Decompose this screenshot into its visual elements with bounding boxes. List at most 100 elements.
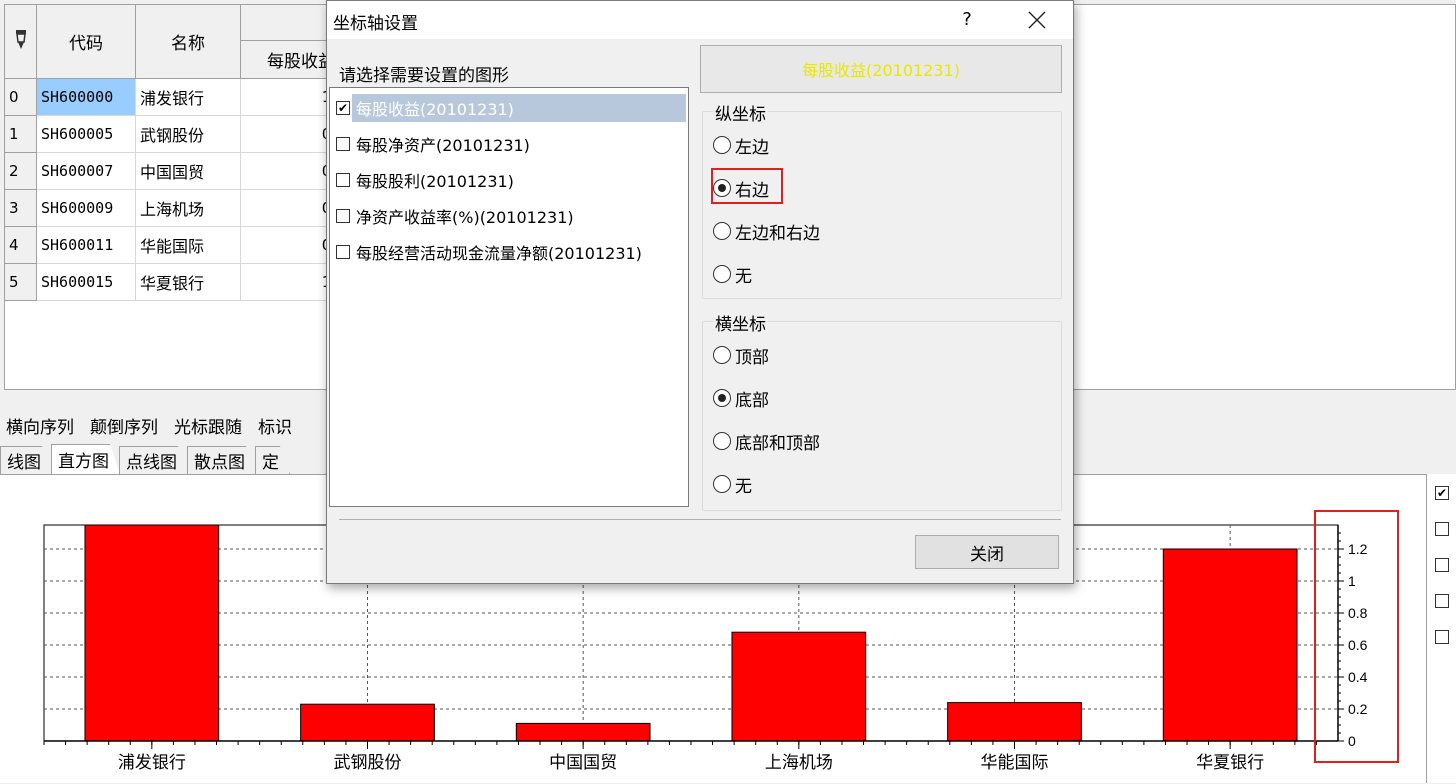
series-checkbox[interactable] [336,245,350,259]
series-label: 净资产收益率(%)(20101231) [356,208,574,227]
row-number[interactable]: 5 [5,264,37,301]
column-header-code[interactable]: 代码 [37,5,136,79]
series-list-item[interactable]: 每股经营活动现金流量净额(20101231) [336,238,646,266]
series-label: 每股股利(20101231) [356,172,514,191]
series-label: 每股净资产(20101231) [356,136,530,155]
series-listbox[interactable]: ✔ 每股收益(20101231) 每股净资产(20101231) 每股股利(20101… [329,87,689,507]
menu-item[interactable]: 光标跟随 [174,413,242,438]
bar-1 [300,703,435,742]
series-toggle-checkbox[interactable] [1435,522,1449,536]
row-number[interactable]: 2 [5,153,37,190]
cell-name[interactable]: 华能国际 [136,227,241,264]
chart-type-tabs: 线图 直方图 点线图 散点图定 [0,444,289,474]
bar-2 [515,722,651,742]
series-checkbox[interactable] [336,209,350,223]
pin-icon [14,28,28,55]
cell-code[interactable]: SH600000 [37,79,136,116]
series-list-item[interactable]: 每股净资产(20101231) [336,130,534,158]
tab-1[interactable]: 直方图 [51,444,120,474]
series-toggle-strip: ✔ [1426,474,1456,783]
series-label: 每股收益(20101231) [352,94,686,122]
series-toggle-checkbox[interactable] [1435,594,1449,608]
horizontal-axis-title: 横坐标 [713,310,768,335]
cell-name[interactable]: 华夏银行 [136,264,241,301]
series-checkbox[interactable] [336,137,350,151]
cell-name[interactable]: 上海机场 [136,190,241,227]
radio-button[interactable] [713,432,731,450]
cell-name[interactable]: 中国国贸 [136,153,241,190]
row-number[interactable]: 1 [5,116,37,153]
series-list-item[interactable]: ✔ 每股收益(20101231) [336,94,686,122]
help-button[interactable]: ? [957,5,977,33]
tab-2[interactable]: 点线图 [119,446,188,474]
menu-item[interactable]: 横向序列 [6,413,74,438]
x-tick-label: 武钢股份 [334,753,402,773]
vertical_axis-option-1[interactable]: 右边 [713,175,769,201]
radio-label: 顶部 [735,347,769,368]
bar-3 [731,631,867,742]
bar-5 [1162,548,1298,742]
close-button[interactable]: 关闭 [915,535,1059,569]
series-prompt-label: 请选择需要设置的图形 [339,66,509,86]
series-checkbox[interactable]: ✔ [336,101,350,115]
series-checkbox[interactable] [336,173,350,187]
radio-button[interactable] [713,179,731,197]
column-header-name[interactable]: 名称 [136,5,241,79]
tab-0[interactable]: 线图 [0,446,52,474]
x-tick-label: 华夏银行 [1196,753,1264,773]
cell-code[interactable]: SH600007 [37,153,136,190]
cell-code[interactable]: SH600011 [37,227,136,264]
row-number[interactable]: 0 [5,79,37,116]
radio-label: 左边和右边 [735,223,820,244]
radio-label: 右边 [735,180,769,201]
horizontal_axis-option-0[interactable]: 顶部 [713,342,769,368]
series-label: 每股经营活动现金流量净额(20101231) [356,244,642,263]
horizontal_axis-option-3[interactable]: 无 [713,471,752,497]
row-number[interactable]: 3 [5,190,37,227]
cell-code[interactable]: SH600005 [37,116,136,153]
tab-4[interactable]: 定 [255,446,290,474]
radio-button[interactable] [713,475,731,493]
menu-item[interactable]: 标识 [258,413,292,438]
radio-label: 底部和顶部 [735,433,820,454]
selected-series-button[interactable]: 每股收益(20101231) [700,45,1062,93]
dialog-titlebar[interactable]: 坐标轴设置 ? [327,1,1073,39]
horizontal_axis-option-2[interactable]: 底部和顶部 [713,428,820,454]
series-toggle-checkbox[interactable] [1435,558,1449,572]
row-number[interactable]: 4 [5,227,37,264]
menu-item[interactable]: 颠倒序列 [90,413,158,438]
cell-code[interactable]: SH600009 [37,190,136,227]
vertical_axis-option-3[interactable]: 无 [713,261,752,287]
vertical_axis-option-0[interactable]: 左边 [713,132,769,158]
vertical_axis-option-2[interactable]: 左边和右边 [713,218,820,244]
cell-name[interactable]: 武钢股份 [136,116,241,153]
radio-button[interactable] [713,136,731,154]
x-tick-label: 中国国贸 [549,753,617,773]
vertical-axis-title: 纵坐标 [713,100,768,125]
horizontal_axis-option-1[interactable]: 底部 [713,385,769,411]
tab-3[interactable]: 散点图 [187,446,256,474]
radio-button[interactable] [713,222,731,240]
chart-menubar: 横向序列 颠倒序列 光标跟随 标识 [0,410,308,440]
radio-label: 左边 [735,137,769,158]
cell-code[interactable]: SH600015 [37,264,136,301]
series-toggle-checkbox[interactable] [1435,630,1449,644]
grid-corner[interactable] [5,5,37,79]
radio-button[interactable] [713,346,731,364]
series-list-item[interactable]: 每股股利(20101231) [336,166,518,194]
close-icon[interactable] [1017,5,1057,35]
horizontal-axis-group: 横坐标 顶部底部底部和顶部无 [702,310,1062,511]
radio-button[interactable] [713,265,731,283]
radio-label: 底部 [735,390,769,411]
vertical-axis-group: 纵坐标 左边右边左边和右边无 [702,100,1062,299]
bar-0 [84,524,220,742]
dialog-title: 坐标轴设置 [333,14,418,34]
cell-name[interactable]: 浦发银行 [136,79,241,116]
x-tick-label: 华能国际 [981,753,1049,773]
radio-label: 无 [735,266,752,287]
radio-button[interactable] [713,389,731,407]
series-list-item[interactable]: 净资产收益率(%)(20101231) [336,202,578,230]
radio-label: 无 [735,476,752,497]
axis-settings-dialog: 坐标轴设置 ? 请选择需要设置的图形 ✔ 每股收益(20101231) 每股净资产(… [326,0,1074,584]
series-toggle-checkbox[interactable]: ✔ [1435,486,1449,500]
